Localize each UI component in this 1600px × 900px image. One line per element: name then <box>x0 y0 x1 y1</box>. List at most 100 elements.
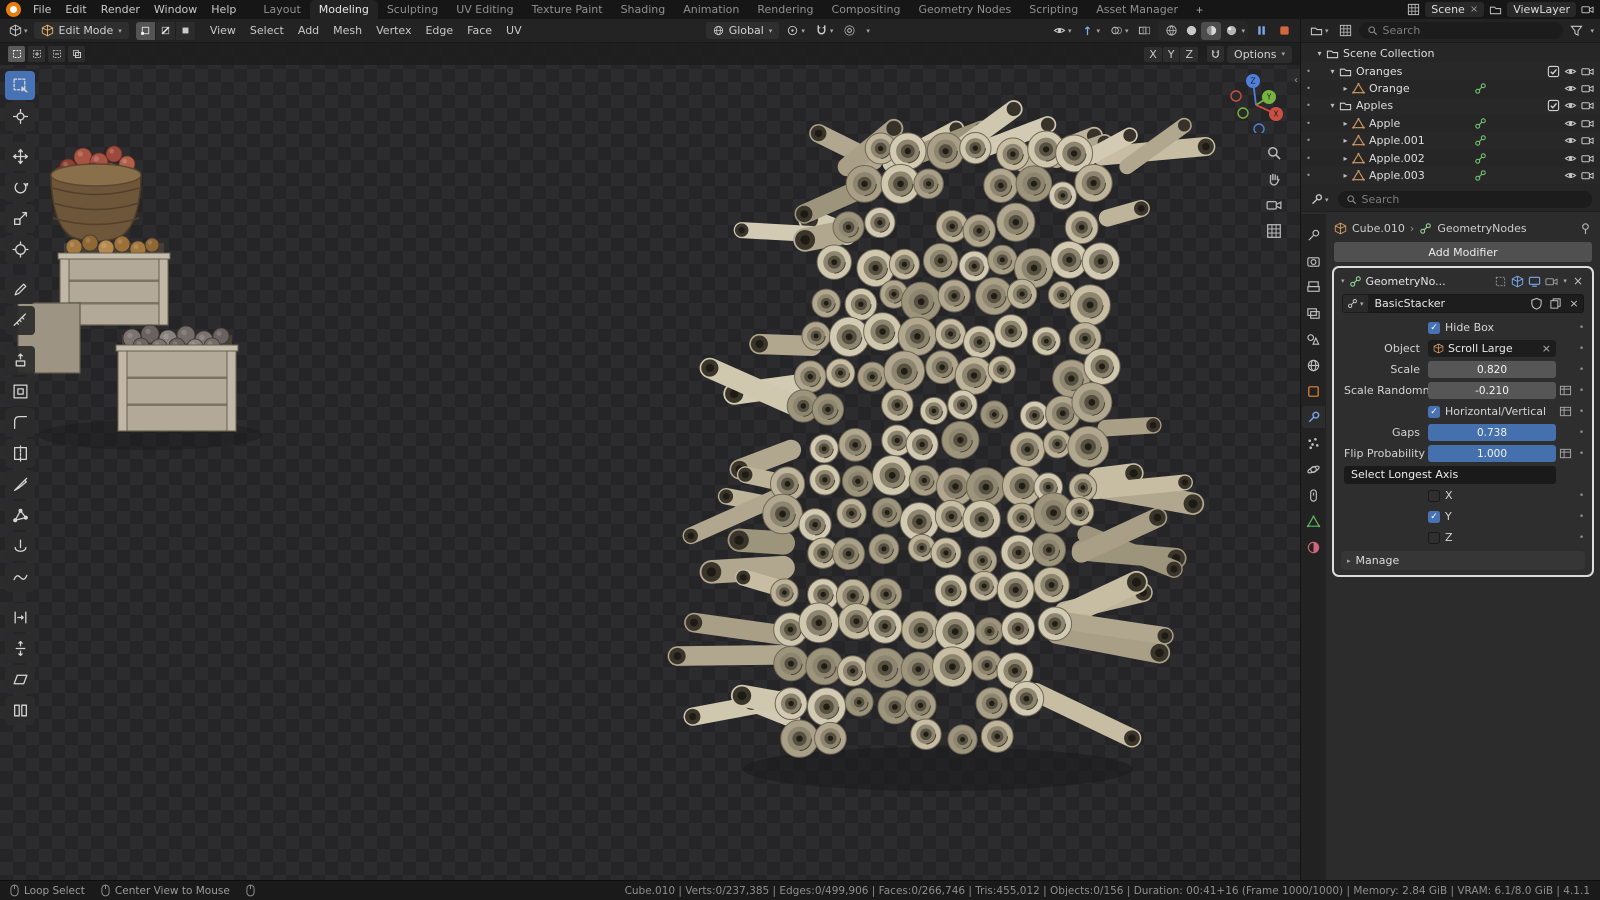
tool-edge-slide[interactable] <box>5 603 35 632</box>
tool-knife[interactable] <box>5 470 35 499</box>
properties-tab-object-data[interactable] <box>1302 510 1325 532</box>
outliner-filter-chevron-icon[interactable]: ▾ <box>1590 27 1594 35</box>
properties-tab-particles[interactable] <box>1302 432 1325 454</box>
hide-eye-icon[interactable] <box>1564 99 1577 112</box>
disclosure-icon[interactable]: ▸ <box>1339 171 1352 180</box>
tool-spin[interactable] <box>5 532 35 561</box>
scale-randomness-field[interactable]: -0.210 <box>1428 382 1556 399</box>
render-visibility-camera-icon[interactable] <box>1581 117 1594 130</box>
disclosure-icon[interactable]: ▸ <box>1339 84 1352 93</box>
properties-tab-world[interactable] <box>1302 354 1325 376</box>
outliner-row-apple-001[interactable]: • ▸ Apple.001 <box>1301 131 1600 150</box>
unlink-node-group-icon[interactable]: × <box>1565 294 1584 313</box>
viewport-menu-select[interactable]: Select <box>243 21 291 40</box>
attribute-toggle-icon[interactable] <box>1559 384 1572 397</box>
proportional-editing-icon[interactable] <box>840 22 859 39</box>
visibility-eye-icon[interactable]: ▾ <box>1050 22 1075 39</box>
tab-animation[interactable]: Animation <box>674 0 748 19</box>
flip-probability-field[interactable]: 1.000 <box>1428 445 1556 462</box>
xray-toggle-icon[interactable] <box>1135 22 1154 39</box>
properties-tab-physics[interactable] <box>1302 458 1325 480</box>
tab-compositing[interactable]: Compositing <box>823 0 910 19</box>
viewport-menu-view[interactable]: View <box>203 21 243 40</box>
mirror-axis-y[interactable]: Y <box>1162 46 1180 62</box>
outliner-row-scene-collection[interactable]: ▾ Scene Collection <box>1301 45 1600 62</box>
viewport-menu-face[interactable]: Face <box>460 21 499 40</box>
shading-options-chevron-icon[interactable]: ▾ <box>1241 27 1245 35</box>
add-workspace-button[interactable]: + <box>1190 3 1209 17</box>
node-group-name[interactable]: BasicStacker <box>1368 294 1527 313</box>
outliner-search[interactable] <box>1358 22 1564 39</box>
modifier-name[interactable]: GeometryNo... <box>1366 275 1489 288</box>
selectability-checkbox-icon[interactable] <box>1547 65 1560 78</box>
properties-tab-modifiers[interactable] <box>1302 406 1325 428</box>
hide-box-checkbox[interactable]: ✓ <box>1428 321 1440 334</box>
menu-edit[interactable]: Edit <box>58 0 93 19</box>
tool-shrink-fatten[interactable] <box>5 634 35 663</box>
disclosure-icon[interactable]: ▾ <box>1326 67 1339 76</box>
select-intersect-icon[interactable] <box>68 46 85 62</box>
hide-eye-icon[interactable] <box>1564 169 1577 182</box>
scale-field[interactable]: 0.820 <box>1428 361 1556 378</box>
modifier-close-icon[interactable]: × <box>1571 274 1585 288</box>
render-visibility-camera-icon[interactable] <box>1581 134 1594 147</box>
properties-tab-tool[interactable] <box>1302 224 1325 246</box>
tab-geometry-nodes[interactable]: Geometry Nodes <box>909 0 1020 19</box>
pivot-point-icon[interactable]: ▾ <box>783 22 808 39</box>
hide-eye-icon[interactable] <box>1564 152 1577 165</box>
render-toggle-icon[interactable] <box>1543 273 1559 289</box>
rendered-shading-button[interactable] <box>1221 22 1241 40</box>
tool-smooth[interactable] <box>5 563 35 592</box>
tool-poly-build[interactable] <box>5 501 35 530</box>
properties-tab-scene[interactable] <box>1302 328 1325 350</box>
outliner-row-apple-002[interactable]: • ▸ Apple.002 <box>1301 149 1600 166</box>
decorator-dot[interactable]: • <box>1575 365 1588 375</box>
tab-asset-manager[interactable]: Asset Manager <box>1087 0 1187 19</box>
pan-hand-icon[interactable] <box>1266 171 1282 187</box>
tool-measure[interactable] <box>5 306 35 335</box>
axis-z-checkbox[interactable]: ✓ <box>1428 531 1440 544</box>
properties-tab-render[interactable] <box>1302 250 1325 272</box>
hide-eye-icon[interactable] <box>1564 134 1577 147</box>
select-extend-icon[interactable] <box>28 46 45 62</box>
render-visibility-camera-icon[interactable] <box>1581 65 1594 78</box>
mirror-axis-z[interactable]: Z <box>1180 46 1199 62</box>
decorator-dot[interactable]: • <box>1575 491 1588 501</box>
pause-icon[interactable] <box>1252 22 1271 39</box>
axis-y-checkbox[interactable]: ✓ <box>1428 510 1440 523</box>
hide-eye-icon[interactable] <box>1564 65 1577 78</box>
gaps-field[interactable]: 0.738 <box>1428 424 1556 441</box>
blender-logo-icon[interactable] <box>6 2 21 17</box>
browse-node-group-icon[interactable]: ▾ <box>1342 294 1369 313</box>
tool-inset-faces[interactable] <box>5 377 35 406</box>
render-visibility-camera-icon[interactable] <box>1581 152 1594 165</box>
modifier-extras-icon[interactable]: ▾ <box>1563 277 1567 285</box>
sidebar-collapse-icon[interactable]: ‹ <box>1294 75 1298 86</box>
decorator-dot[interactable]: • <box>1575 428 1588 438</box>
tool-shear[interactable] <box>5 665 35 694</box>
transform-orientation-selector[interactable]: Global ▾ <box>705 22 780 39</box>
edit-mode-toggle-icon[interactable] <box>1509 273 1525 289</box>
vertex-select-mode-button[interactable] <box>135 21 156 40</box>
fake-user-shield-icon[interactable] <box>1527 294 1546 313</box>
copy-node-group-icon[interactable] <box>1546 294 1565 313</box>
wireframe-shading-button[interactable] <box>1161 22 1181 40</box>
decorator-dot[interactable]: • <box>1575 407 1588 417</box>
pin-icon[interactable] <box>1579 222 1592 235</box>
menu-render[interactable]: Render <box>94 0 147 19</box>
tool-tweak-select[interactable] <box>5 71 35 100</box>
attribute-toggle-icon[interactable] <box>1559 447 1572 460</box>
tool-bevel[interactable] <box>5 408 35 437</box>
viewport-3d[interactable]: XYZ Options ▾ ZYX ‹ <box>0 43 1300 880</box>
tool-rip-region[interactable] <box>5 696 35 725</box>
outliner-row-apples[interactable]: • ▾ Apples <box>1301 97 1600 115</box>
on-cage-toggle-icon[interactable] <box>1492 273 1508 289</box>
tool-annotate[interactable] <box>5 275 35 304</box>
tab-rendering[interactable]: Rendering <box>748 0 822 19</box>
properties-tab-output[interactable] <box>1302 276 1325 298</box>
object-field[interactable]: Scroll Large × <box>1428 340 1556 357</box>
tool-loop-cut[interactable] <box>5 439 35 468</box>
outliner-display-mode-icon[interactable] <box>1336 22 1355 39</box>
tab-uv-editing[interactable]: UV Editing <box>447 0 522 19</box>
tab-modeling[interactable]: Modeling <box>309 0 378 19</box>
